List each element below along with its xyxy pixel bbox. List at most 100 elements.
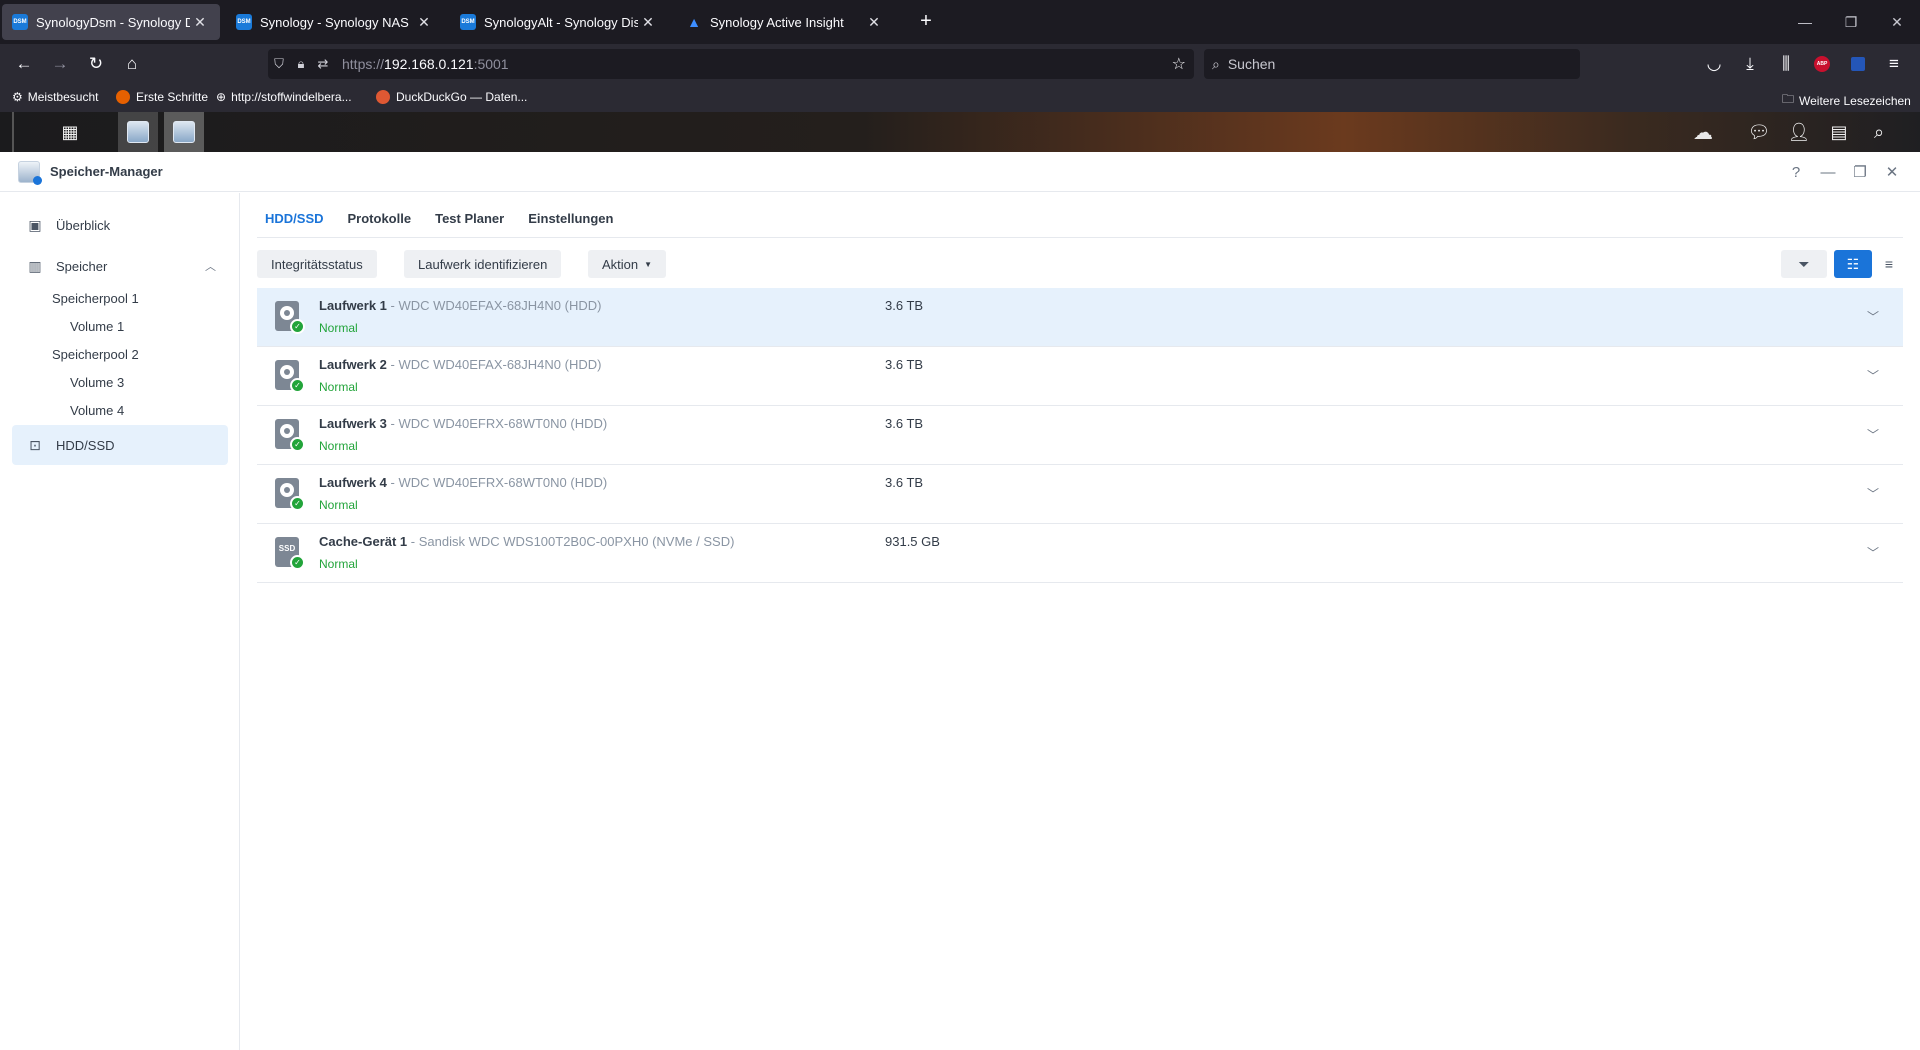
browser-tab-1[interactable]: DSM SynologyDsm - Synology DiskStation ✕ xyxy=(2,4,220,40)
drive-row[interactable]: ✓ Laufwerk 1 - WDC WD40EFAX-68JH4N0 (HDD… xyxy=(257,288,1903,347)
search-bar[interactable]: ⌕ Suchen xyxy=(1204,49,1580,79)
sidebar-item-label: Überblick xyxy=(56,217,111,233)
list-icon: ≡ xyxy=(1884,256,1894,272)
check-icon: ✓ xyxy=(290,378,305,393)
minimize-window-button[interactable]: — xyxy=(1782,0,1828,44)
bookmark-label: Erste Schritte xyxy=(136,90,209,104)
sidebar-item-pool-2[interactable]: Speicherpool 2 xyxy=(52,347,139,362)
drive-status: Normal xyxy=(319,439,358,453)
tab-logs[interactable]: Protokolle xyxy=(348,211,412,232)
help-button[interactable]: ? xyxy=(1784,160,1808,184)
download-icon[interactable]: ⤓ xyxy=(1736,50,1764,78)
close-icon[interactable]: ✕ xyxy=(190,14,210,31)
adblock-icon[interactable]: ABP xyxy=(1808,50,1836,78)
url-bar[interactable]: ⛉ 🔒︎ ⇄ https://192.168.0.121:5001 ☆ xyxy=(268,49,1194,79)
minimize-button[interactable]: — xyxy=(1816,160,1840,184)
drive-row[interactable]: ✓ Laufwerk 3 - WDC WD40EFRX-68WT0N0 (HDD… xyxy=(257,406,1903,465)
sidebar-item-pool-1[interactable]: Speicherpool 1 xyxy=(52,291,139,306)
browser-tab-4[interactable]: ▲ Synology Active Insight ✕ xyxy=(676,4,894,40)
chevron-down-icon[interactable]: ﹀ xyxy=(1867,485,1879,502)
window-titlebar: Speicher-Manager ? — ❐ ✕ xyxy=(0,152,1920,192)
chevron-down-icon[interactable]: ﹀ xyxy=(1867,426,1879,443)
menu-icon[interactable]: ≡ xyxy=(1880,50,1908,78)
restore-window-button[interactable]: ❐ xyxy=(1828,0,1874,44)
drive-row[interactable]: ✓ Laufwerk 2 - WDC WD40EFAX-68JH4N0 (HDD… xyxy=(257,347,1903,406)
pocket-icon[interactable]: ◡ xyxy=(1700,50,1728,78)
chevron-down-icon[interactable]: ﹀ xyxy=(1867,308,1879,325)
identify-drive-button[interactable]: Laufwerk identifizieren xyxy=(404,250,562,278)
main-menu-icon[interactable]: ▦ xyxy=(50,112,90,152)
cloud-sync-icon[interactable]: ☁ xyxy=(1686,112,1720,152)
drive-row[interactable]: SSD ✓ Cache-Gerät 1 - Sandisk WDC WDS100T… xyxy=(257,524,1903,583)
new-tab-button[interactable]: + xyxy=(912,8,940,36)
action-dropdown-button[interactable]: Aktion ▼ xyxy=(588,250,667,278)
close-button[interactable]: ✕ xyxy=(1880,160,1904,184)
sidebar-item-hdd-ssd[interactable]: ⊡ HDD/SSD xyxy=(12,425,228,465)
globe-icon: ⊕ xyxy=(216,90,227,104)
drive-name-line: Laufwerk 2 - WDC WD40EFAX-68JH4N0 (HDD) xyxy=(319,357,601,372)
reload-button[interactable]: ↻ xyxy=(82,50,110,78)
storage-icon: ▥ xyxy=(28,257,42,274)
sidebar-item-overview[interactable]: ▣ Überblick xyxy=(12,205,228,245)
card-view-button[interactable]: ☷ xyxy=(1834,250,1872,278)
bookmark-most-visited[interactable]: ⚙ Meistbesucht xyxy=(12,90,98,104)
bookmark-getting-started[interactable]: Erste Schritte xyxy=(116,90,208,104)
chevron-up-icon[interactable]: ︿ xyxy=(205,258,216,274)
list-detail-icon: ☷ xyxy=(1846,255,1860,272)
notification-icon[interactable]: 💬︎ xyxy=(1742,112,1776,152)
permissions-icon[interactable]: ⇄ xyxy=(312,56,334,72)
chevron-down-icon[interactable]: ﹀ xyxy=(1867,367,1879,384)
shield-icon[interactable]: ⛉ xyxy=(268,56,290,72)
browser-tab-2[interactable]: DSM Synology - Synology NAS ✕ xyxy=(226,4,444,40)
close-icon[interactable]: ✕ xyxy=(638,14,658,31)
maximize-button[interactable]: ❐ xyxy=(1848,160,1872,184)
url-host: 192.168.0.121 xyxy=(384,56,474,72)
taskbar-app-storage-manager[interactable] xyxy=(164,112,204,152)
bookmark-stoffwindel[interactable]: ⊕ http://stoffwindelbera... xyxy=(216,90,352,104)
lock-icon[interactable]: 🔒︎ xyxy=(290,56,312,72)
dsm-favicon-icon: DSM xyxy=(236,14,252,30)
search-icon[interactable]: ⌕ xyxy=(1862,112,1896,152)
health-status-button[interactable]: Integritätsstatus xyxy=(257,250,377,278)
drive-capacity: 3.6 TB xyxy=(885,416,924,431)
close-icon[interactable]: ✕ xyxy=(864,14,884,31)
back-button[interactable]: ← xyxy=(10,50,38,78)
home-button[interactable]: ⌂ xyxy=(118,50,146,78)
check-icon: ✓ xyxy=(290,319,305,334)
bookmark-star-icon[interactable]: ☆ xyxy=(1172,54,1186,74)
sidebar-item-label: HDD/SSD xyxy=(56,437,115,453)
user-icon[interactable]: 👤︎ xyxy=(1782,112,1816,152)
drive-status: Normal xyxy=(319,557,358,571)
sidebar-item-volume-4[interactable]: Volume 4 xyxy=(70,403,124,418)
chevron-down-icon[interactable]: ﹀ xyxy=(1867,544,1879,561)
close-icon[interactable]: ✕ xyxy=(414,14,434,31)
drive-row[interactable]: ✓ Laufwerk 4 - WDC WD40EFRX-68WT0N0 (HDD… xyxy=(257,465,1903,524)
forward-button[interactable]: → xyxy=(46,50,74,78)
list-view-button[interactable]: ≡ xyxy=(1874,250,1904,278)
drive-model: Sandisk WDC WDS100T2B0C-00PXH0 (NVMe / S… xyxy=(418,534,735,549)
close-window-button[interactable]: ✕ xyxy=(1874,0,1920,44)
extension-icon[interactable] xyxy=(1844,50,1872,78)
sidebar-item-storage[interactable]: ▥ Speicher ︿ xyxy=(12,246,228,286)
tab-test-scheduler[interactable]: Test Planer xyxy=(435,211,504,232)
bookmark-duckduckgo[interactable]: DuckDuckGo — Daten... xyxy=(376,90,527,104)
sidebar-item-volume-1[interactable]: Volume 1 xyxy=(70,319,124,334)
bookmark-label: Meistbesucht xyxy=(27,90,99,104)
library-icon[interactable]: ⫼ xyxy=(1772,50,1800,78)
tab-settings[interactable]: Einstellungen xyxy=(528,211,613,232)
sidebar: ▣ Überblick ▥ Speicher ︿ Speicherpool 1 … xyxy=(0,193,240,1050)
filter-button[interactable]: ⏷ xyxy=(1781,250,1827,278)
sidebar-item-volume-3[interactable]: Volume 3 xyxy=(70,375,124,390)
separator: - xyxy=(386,416,399,431)
tab-hdd-ssd[interactable]: HDD/SSD xyxy=(265,211,324,232)
browser-tab-3[interactable]: DSM SynologyAlt - Synology DiskStation ✕ xyxy=(450,4,668,40)
drive-name: Laufwerk 1 xyxy=(319,298,387,313)
bookmark-label: DuckDuckGo — Daten... xyxy=(396,90,528,104)
ssd-badge: SSD xyxy=(278,544,296,553)
taskbar-app-san-manager[interactable] xyxy=(118,112,158,152)
storage-manager-icon xyxy=(173,121,195,143)
san-manager-icon xyxy=(127,121,149,143)
widgets-icon[interactable]: ▤ xyxy=(1822,112,1856,152)
other-bookmarks[interactable]: 🗀 Weitere Lesezeichen xyxy=(1782,90,1911,111)
hdd-drive-icon: ✓ xyxy=(275,301,305,334)
